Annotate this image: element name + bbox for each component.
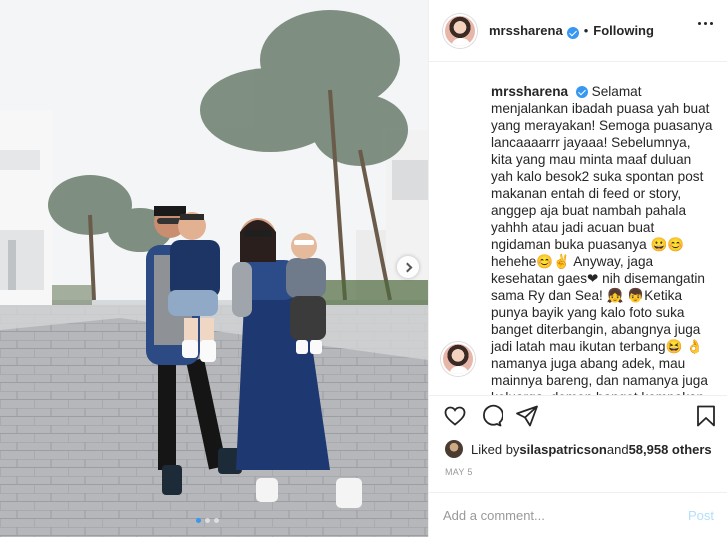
following-button[interactable]: Following (593, 23, 654, 38)
likes-middle: and (606, 441, 629, 457)
separator-dot: • (583, 23, 589, 38)
post-photo[interactable] (0, 0, 428, 537)
carousel-next-button[interactable] (397, 256, 419, 278)
add-comment-bar: Post (429, 492, 727, 537)
chevron-right-icon (402, 262, 412, 272)
post-date[interactable]: MAY 5 (445, 467, 473, 477)
verified-badge-icon (575, 86, 588, 98)
comment-input[interactable] (443, 507, 688, 523)
caption-text: Selamat menjalankan ibadah puasa yah bua… (491, 84, 713, 395)
post-header: mrssharena • Following (429, 0, 727, 62)
carousel-dot (196, 518, 201, 523)
more-horizontal-icon[interactable] (698, 22, 713, 25)
action-bar (443, 404, 715, 436)
comment-icon[interactable] (479, 404, 503, 428)
caption-username-link[interactable]: mrssharena (491, 84, 568, 99)
caption-avatar[interactable] (441, 342, 475, 376)
heart-icon[interactable] (443, 404, 467, 428)
post-caption: mrssharena Selamat menjalankan ibadah pu… (491, 83, 713, 395)
likes-others-link[interactable]: 58,958 others (629, 442, 712, 457)
family-photo-illustration (0, 0, 428, 537)
bookmark-icon[interactable] (695, 404, 717, 428)
avatar[interactable] (443, 13, 477, 48)
comments-scroll-area[interactable]: mrssharena Selamat menjalankan ibadah pu… (429, 62, 727, 396)
carousel-indicator (196, 518, 219, 523)
post-side-panel: mrssharena • Following mrssharena Selama… (428, 0, 727, 537)
carousel-dot (205, 518, 210, 523)
liker-avatar[interactable] (445, 440, 463, 458)
likes-summary: Liked by silaspatricson and 58,958 other… (445, 440, 712, 458)
verified-badge-icon (566, 26, 579, 39)
post-comment-button[interactable]: Post (688, 508, 714, 523)
share-icon[interactable] (515, 404, 539, 428)
username-link[interactable]: mrssharena (489, 23, 563, 38)
carousel-dot (214, 518, 219, 523)
liker-username-link[interactable]: silaspatricson (519, 442, 606, 457)
likes-prefix: Liked by (471, 441, 520, 457)
